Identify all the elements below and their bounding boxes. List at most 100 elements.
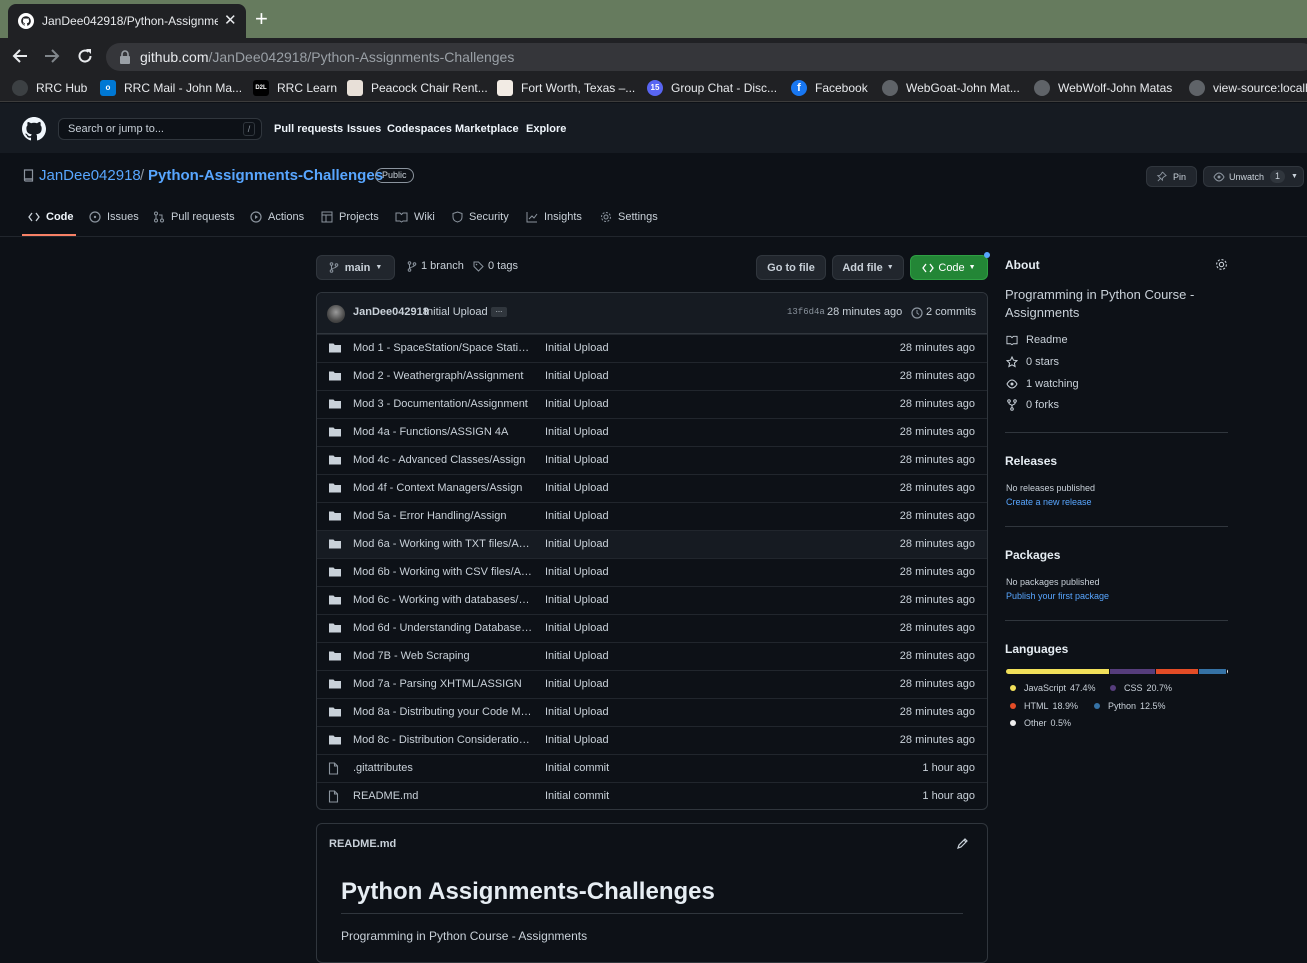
table-row[interactable]: Mod 6c - Working with databases/As... Ini… <box>317 586 987 614</box>
file-name-link[interactable]: Mod 6a - Working with TXT files/Assi... <box>353 538 535 550</box>
bookmark-facebook[interactable]: f Facebook <box>791 80 868 96</box>
avatar[interactable] <box>327 305 345 323</box>
file-name-link[interactable]: Mod 4f - Context Managers/Assign <box>353 482 535 494</box>
bookmark-view-source[interactable]: view-source:localh <box>1189 80 1307 96</box>
bookmark-webgoat[interactable]: WebGoat-John Mat... <box>882 80 1020 96</box>
table-row[interactable]: Mod 6a - Working with TXT files/Assi... I… <box>317 530 987 558</box>
tab-issues[interactable]: Issues <box>89 211 139 223</box>
bookmark-rrc-learn[interactable]: D2L RRC Learn <box>253 80 337 96</box>
table-row[interactable]: Mod 3 - Documentation/Assignment Initial … <box>317 390 987 418</box>
commit-message[interactable]: Initial Upload <box>424 306 488 318</box>
nav-explore[interactable]: Explore <box>526 123 566 135</box>
readme-link[interactable]: Readme <box>1006 334 1068 346</box>
file-name-link[interactable]: Mod 5a - Error Handling/Assign <box>353 510 535 522</box>
commit-message-link[interactable]: Initial Upload <box>545 426 609 438</box>
address-bar[interactable]: github.com/JanDee042918/Python-Assignmen… <box>106 43 1307 71</box>
table-row[interactable]: .gitattributes Initial commit 1 hour ago <box>317 754 987 782</box>
stars-link[interactable]: 0 stars <box>1006 356 1059 368</box>
browser-tab-active[interactable]: JanDee042918/Python-Assignments-Challeng… <box>8 4 246 38</box>
tab-code[interactable]: Code <box>28 211 74 223</box>
bookmark-group-chat[interactable]: 15 Group Chat - Disc... <box>647 80 777 96</box>
commit-message-link[interactable]: Initial Upload <box>545 538 609 550</box>
lock-icon[interactable] <box>118 49 132 65</box>
reload-icon[interactable] <box>76 47 94 65</box>
file-name-link[interactable]: .gitattributes <box>353 762 535 774</box>
file-name-link[interactable]: Mod 2 - Weathergraph/Assignment <box>353 370 535 382</box>
file-name-link[interactable]: Mod 1 - SpaceStation/Space Station ... <box>353 342 535 354</box>
tab-actions[interactable]: Actions <box>250 211 304 223</box>
table-row[interactable]: Mod 7a - Parsing XHTML/ASSIGN Initial Upl… <box>317 670 987 698</box>
create-release-link[interactable]: Create a new release <box>1006 497 1092 507</box>
bookmark-rrc-mail[interactable]: o RRC Mail - John Ma... <box>100 80 242 96</box>
table-row[interactable]: Mod 1 - SpaceStation/Space Station ... In… <box>317 334 987 362</box>
add-file-button[interactable]: Add file ▼ <box>832 255 904 280</box>
tab-pull-requests[interactable]: Pull requests <box>153 211 235 223</box>
table-row[interactable]: Mod 2 - Weathergraph/Assignment Initial U… <box>317 362 987 390</box>
file-name-link[interactable]: Mod 6d - Understanding Database O... <box>353 622 535 634</box>
pin-button[interactable]: Pin <box>1146 166 1197 187</box>
bookmark-peacock[interactable]: Peacock Chair Rent... <box>347 80 488 96</box>
file-name-link[interactable]: README.md <box>353 790 535 802</box>
releases-heading[interactable]: Releases <box>1005 454 1057 468</box>
commit-message-link[interactable]: Initial Upload <box>545 594 609 606</box>
commit-message-link[interactable]: Initial Upload <box>545 650 609 662</box>
file-name-link[interactable]: Mod 6c - Working with databases/As... <box>353 594 535 606</box>
repo-owner-link[interactable]: JanDee042918 <box>39 167 141 184</box>
commit-message-link[interactable]: Initial Upload <box>545 622 609 634</box>
commit-message-link[interactable]: Initial Upload <box>545 370 609 382</box>
bookmark-fort-worth[interactable]: Fort Worth, Texas –... <box>497 80 635 96</box>
gear-icon[interactable] <box>1215 258 1228 271</box>
watching-link[interactable]: 1 watching <box>1006 378 1079 390</box>
packages-heading[interactable]: Packages <box>1005 548 1060 562</box>
commit-sha[interactable]: 13f6d4a <box>787 307 825 317</box>
table-row[interactable]: Mod 8a - Distributing your Code Mo... Ini… <box>317 698 987 726</box>
language-item[interactable]: Python 12.5% <box>1094 701 1166 711</box>
commit-message-link[interactable]: Initial Upload <box>545 734 609 746</box>
file-name-link[interactable]: Mod 8c - Distribution Considerations... <box>353 734 535 746</box>
nav-marketplace[interactable]: Marketplace <box>455 123 519 135</box>
commit-message-link[interactable]: Initial Upload <box>545 566 609 578</box>
nav-issues[interactable]: Issues <box>347 123 381 135</box>
bookmark-rrc-hub[interactable]: RRC Hub <box>12 80 87 96</box>
language-item[interactable]: HTML 18.9% <box>1010 701 1078 711</box>
commit-message-link[interactable]: Initial Upload <box>545 454 609 466</box>
language-item[interactable]: Other 0.5% <box>1010 718 1071 728</box>
readme-filename[interactable]: README.md <box>329 838 396 850</box>
commit-message-link[interactable]: Initial commit <box>545 790 609 802</box>
commit-message-link[interactable]: Initial Upload <box>545 342 609 354</box>
github-logo-icon[interactable] <box>22 117 46 141</box>
file-name-link[interactable]: Mod 7a - Parsing XHTML/ASSIGN <box>353 678 535 690</box>
commit-author[interactable]: JanDee042918 <box>353 306 429 318</box>
go-to-file-button[interactable]: Go to file <box>756 255 826 280</box>
commit-message-link[interactable]: Initial Upload <box>545 482 609 494</box>
table-row[interactable]: Mod 6d - Understanding Database O... Init… <box>317 614 987 642</box>
forks-link[interactable]: 0 forks <box>1006 399 1059 411</box>
language-item[interactable]: JavaScript 47.4% <box>1010 683 1096 693</box>
back-arrow-icon[interactable] <box>11 47 29 65</box>
commits-count-link[interactable]: 2 commits <box>926 306 976 318</box>
tab-settings[interactable]: Settings <box>600 211 658 223</box>
tab-wiki[interactable]: Wiki <box>395 211 435 223</box>
search-input[interactable]: Search or jump to... / <box>58 118 262 140</box>
commit-expand-button[interactable]: ... <box>491 306 507 317</box>
language-item[interactable]: CSS 20.7% <box>1110 683 1172 693</box>
branch-select-button[interactable]: main ▼ <box>316 255 395 280</box>
table-row[interactable]: Mod 6b - Working with CSV files/Assi... I… <box>317 558 987 586</box>
publish-package-link[interactable]: Publish your first package <box>1006 591 1109 601</box>
bookmark-webwolf[interactable]: WebWolf-John Matas <box>1034 80 1172 96</box>
branches-link[interactable]: 1 branch <box>407 260 464 272</box>
close-tab-icon[interactable]: ✕ <box>224 11 237 29</box>
forward-arrow-icon[interactable] <box>43 47 61 65</box>
tab-projects[interactable]: Projects <box>321 211 379 223</box>
tags-link[interactable]: 0 tags <box>473 260 518 272</box>
pencil-icon[interactable] <box>956 837 969 850</box>
commit-message-link[interactable]: Initial commit <box>545 762 609 774</box>
new-tab-icon[interactable]: + <box>255 6 268 32</box>
commit-message-link[interactable]: Initial Upload <box>545 678 609 690</box>
table-row[interactable]: Mod 4c - Advanced Classes/Assign Initial … <box>317 446 987 474</box>
table-row[interactable]: README.md Initial commit 1 hour ago <box>317 782 987 809</box>
commit-message-link[interactable]: Initial Upload <box>545 398 609 410</box>
table-row[interactable]: Mod 4f - Context Managers/Assign Initial … <box>317 474 987 502</box>
unwatch-button[interactable]: Unwatch 1 ▼ <box>1203 166 1304 187</box>
tab-insights[interactable]: Insights <box>526 211 582 223</box>
